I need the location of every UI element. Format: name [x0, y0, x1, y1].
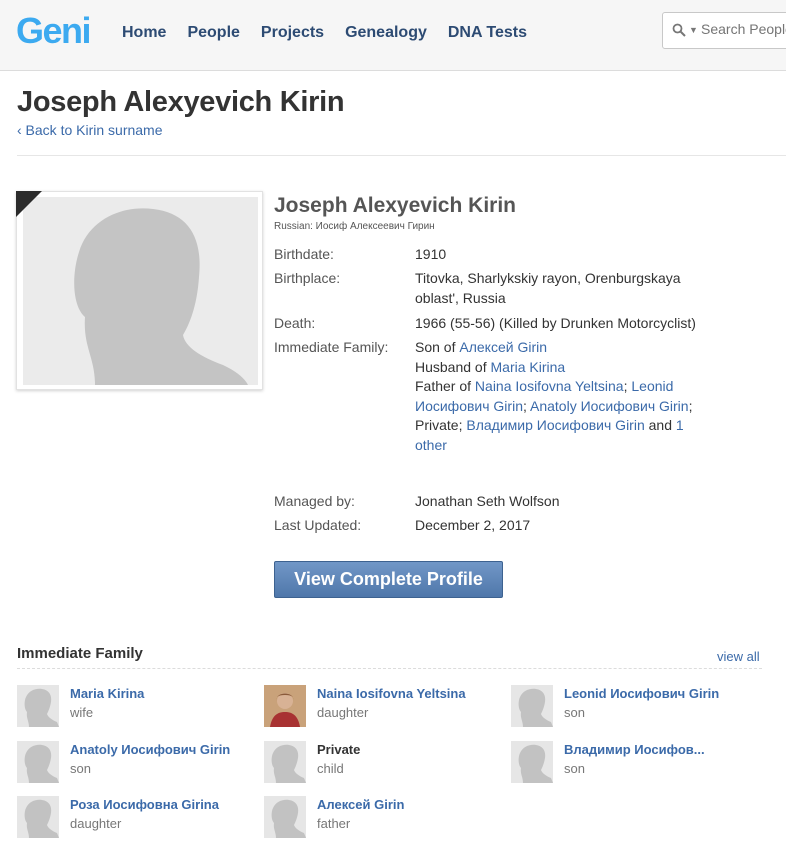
- profile-name: Joseph Alexyevich Kirin: [274, 194, 516, 217]
- search-icon[interactable]: [672, 23, 686, 37]
- search-scope-dropdown-icon[interactable]: ▼: [689, 25, 698, 35]
- nav-projects[interactable]: Projects: [261, 24, 324, 42]
- view-complete-profile-button[interactable]: View Complete Profile: [274, 561, 503, 598]
- child-link-leonid-cont[interactable]: Иосифович Girin: [415, 398, 523, 414]
- family-member-name: Private: [317, 742, 361, 757]
- family-member-silhouette-icon[interactable]: [511, 685, 553, 727]
- son-of-prefix: Son of: [415, 339, 460, 355]
- family-divider: [17, 668, 762, 669]
- family-member-relation: son: [564, 761, 585, 776]
- geni-logo[interactable]: Geni: [16, 13, 92, 49]
- family-member-card[interactable]: Anatoly Иосифович Girin son: [17, 741, 257, 785]
- search-box[interactable]: ▼: [662, 12, 786, 49]
- other-link[interactable]: other: [415, 437, 447, 453]
- family-member-silhouette-icon[interactable]: [264, 741, 306, 783]
- last-updated-value: December 2, 2017: [415, 517, 531, 533]
- profile-native-name: Russian: Иосиф Алексеевич Гирин: [274, 221, 435, 232]
- family-member-silhouette-icon[interactable]: [511, 741, 553, 783]
- family-member-name[interactable]: Maria Kirina: [70, 686, 144, 701]
- wife-link[interactable]: Maria Kirina: [491, 359, 566, 375]
- other-count-link[interactable]: 1: [676, 417, 684, 433]
- silhouette-placeholder: [23, 197, 258, 385]
- family-member-card[interactable]: Leonid Иосифович Girin son: [511, 685, 751, 729]
- family-member-name[interactable]: Роза Иосифовна Girina: [70, 797, 219, 812]
- search-input[interactable]: [701, 21, 786, 37]
- birthplace-value: Titovka, Sharlykskiy rayon, Orenburgskay…: [415, 269, 715, 308]
- family-member-name[interactable]: Алексей Girin: [317, 797, 404, 812]
- family-member-name[interactable]: Leonid Иосифович Girin: [564, 686, 719, 701]
- birthdate-label: Birthdate:: [274, 246, 334, 262]
- family-member-silhouette-icon[interactable]: [264, 796, 306, 838]
- family-member-card[interactable]: Private child: [264, 741, 504, 785]
- deceased-corner-ribbon: [16, 191, 42, 217]
- family-member-silhouette-icon[interactable]: [17, 685, 59, 727]
- immediate-family-value: Son of Алексей Girin Husband of Maria Ki…: [415, 339, 693, 453]
- view-all-family-link[interactable]: view all: [717, 649, 760, 664]
- family-member-relation: son: [70, 761, 91, 776]
- child-private: Private: [415, 417, 459, 433]
- back-to-surname-link[interactable]: ‹ Back to Kirin surname: [17, 122, 163, 138]
- and-text: and: [644, 417, 676, 433]
- family-member-relation: daughter: [317, 705, 369, 720]
- birthplace-line-2: oblast', Russia: [415, 289, 506, 306]
- header-divider: [17, 155, 786, 156]
- family-member-silhouette-icon[interactable]: [17, 796, 59, 838]
- death-value: 1966 (55-56) (Killed by Drunken Motorcyc…: [415, 315, 696, 331]
- family-member-relation: daughter: [70, 816, 122, 831]
- family-member-card[interactable]: Алексей Girin father: [264, 796, 504, 840]
- nav-people[interactable]: People: [187, 24, 239, 42]
- nav-dna-tests[interactable]: DNA Tests: [448, 24, 527, 42]
- family-member-photo[interactable]: [264, 685, 306, 727]
- child-link-anatoly[interactable]: Anatoly Иосифович Girin: [530, 398, 689, 414]
- family-member-card[interactable]: Владимир Иосифов... son: [511, 741, 751, 785]
- family-member-card[interactable]: Роза Иосифовна Girina daughter: [17, 796, 257, 840]
- family-member-card[interactable]: Maria Kirina wife: [17, 685, 257, 729]
- family-member-relation: father: [317, 816, 351, 831]
- child-link-vladimir[interactable]: Владимир Иосифович Girin: [466, 417, 644, 433]
- nav-genealogy[interactable]: Genealogy: [345, 24, 427, 42]
- father-of-prefix: Father of: [415, 378, 475, 394]
- managed-by-label: Managed by:: [274, 493, 355, 509]
- top-navigation-bar: Geni Home People Projects Genealogy DNA …: [0, 0, 786, 71]
- death-label: Death:: [274, 315, 316, 331]
- family-member-name[interactable]: Anatoly Иосифович Girin: [70, 742, 230, 757]
- husband-of-prefix: Husband of: [415, 358, 491, 375]
- profile-photo[interactable]: [16, 191, 263, 390]
- nav-home[interactable]: Home: [122, 24, 166, 42]
- family-member-relation: son: [564, 705, 585, 720]
- last-updated-label: Last Updated:: [274, 517, 362, 533]
- immediate-family-label: Immediate Family:: [274, 339, 389, 355]
- birthplace-label: Birthplace:: [274, 270, 341, 286]
- manager-link[interactable]: Jonathan Seth Wolfson: [415, 492, 715, 512]
- person-silhouette-icon: [74, 208, 248, 385]
- immediate-family-heading: Immediate Family: [17, 645, 143, 662]
- main-nav: Home People Projects Genealogy DNA Tests: [122, 24, 548, 42]
- child-link-naina[interactable]: Naina Iosifovna Yeltsina: [475, 378, 624, 394]
- family-member-silhouette-icon[interactable]: [17, 741, 59, 783]
- family-member-name[interactable]: Владимир Иосифов...: [564, 742, 705, 757]
- child-link-leonid[interactable]: Leonid: [631, 378, 673, 394]
- birthplace-line-1: Titovka, Sharlykskiy rayon, Orenburgskay…: [415, 270, 681, 286]
- family-member-relation: wife: [70, 705, 94, 720]
- family-member-name[interactable]: Naina Iosifovna Yeltsina: [317, 686, 466, 701]
- birthdate-value: 1910: [415, 246, 447, 262]
- family-member-relation: child: [317, 761, 344, 776]
- family-member-card[interactable]: Naina Iosifovna Yeltsina daughter: [264, 685, 504, 729]
- page-title: Joseph Alexyevich Kirin: [17, 86, 345, 118]
- father-link[interactable]: Алексей Girin: [459, 339, 547, 355]
